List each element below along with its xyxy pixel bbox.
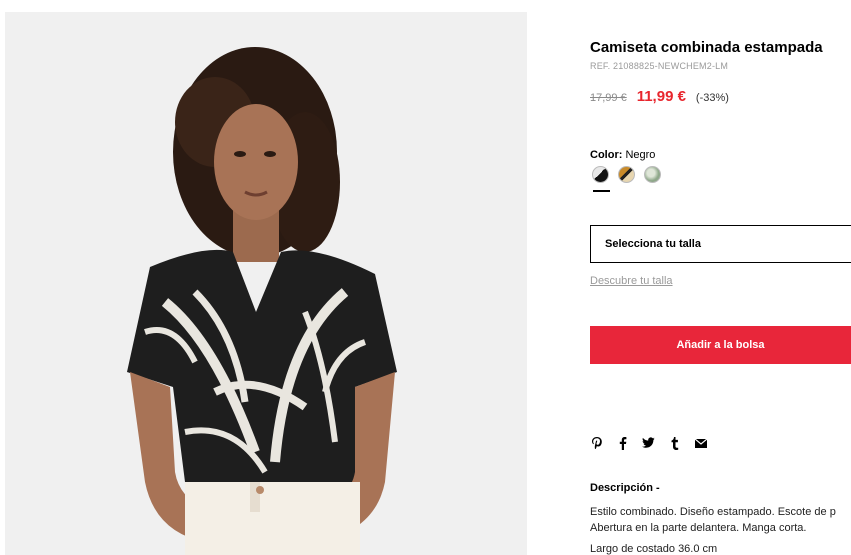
size-guide-link[interactable]: Descubre tu talla <box>590 275 673 287</box>
tumblr-icon[interactable] <box>668 436 681 450</box>
swatch-verde[interactable] <box>644 166 661 183</box>
color-label-row: Color: Negro <box>590 149 655 161</box>
color-label: Color: <box>590 149 623 161</box>
swatch-ocre[interactable] <box>618 166 635 183</box>
selected-swatch-indicator <box>593 190 610 192</box>
email-icon[interactable] <box>694 436 707 450</box>
original-price: 17,99 € <box>590 92 627 104</box>
twitter-icon[interactable] <box>642 436 655 450</box>
price-row: 17,99 € 11,99 € (-33%) <box>590 88 729 105</box>
description-heading[interactable]: Descripción - <box>590 482 660 494</box>
add-to-bag-button[interactable]: Añadir a la bolsa <box>590 326 851 364</box>
product-reference: REF. 21088825-NEWCHEM2-LM <box>590 61 729 71</box>
description-line: Estilo combinado. Diseño estampado. Esco… <box>590 506 836 518</box>
discount-percent: (-33%) <box>695 92 729 104</box>
product-title: Camiseta combinada estampada <box>590 39 823 56</box>
color-swatches <box>592 166 661 183</box>
facebook-icon[interactable] <box>616 436 629 450</box>
model-illustration <box>5 12 527 555</box>
description-line: Abertura en la parte delantera. Manga co… <box>590 522 807 534</box>
pinterest-icon[interactable] <box>590 436 603 450</box>
product-image[interactable] <box>5 12 527 555</box>
product-info-panel: Camiseta combinada estampada REF. 210888… <box>590 0 851 555</box>
social-share-row <box>590 436 707 450</box>
selected-color: Negro <box>625 149 656 161</box>
swatch-negro[interactable] <box>592 166 609 183</box>
sale-price: 11,99 € <box>636 88 686 105</box>
description-text: Estilo combinado. Diseño estampado. Esco… <box>590 504 851 536</box>
description-measurement: Largo de costado 36.0 cm <box>590 543 718 555</box>
size-select[interactable]: Selecciona tu talla <box>590 225 851 263</box>
